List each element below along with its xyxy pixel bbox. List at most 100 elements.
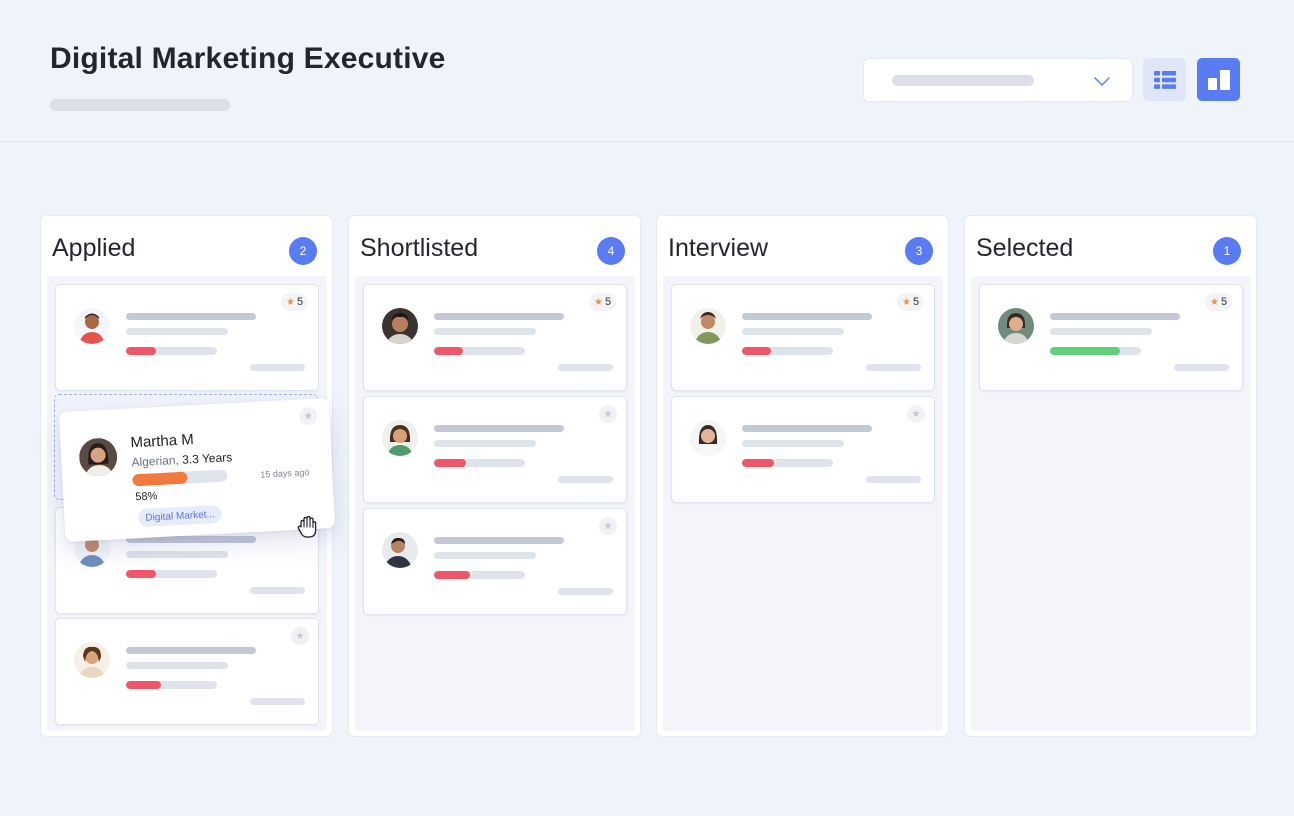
candidate-card[interactable]: ★ (671, 396, 935, 503)
info-placeholder (126, 328, 228, 335)
info-placeholder (434, 328, 536, 335)
progress-bar (434, 571, 525, 579)
candidate-card[interactable]: ★ 5 (671, 284, 935, 391)
column-interview: Interview 3 ★ 5 ★ (656, 215, 949, 737)
candidate-card[interactable]: ★ 5 (55, 284, 319, 391)
avatar (78, 437, 119, 478)
grab-hand-cursor-icon (297, 515, 317, 538)
candidate-card[interactable]: ★ 5 (979, 284, 1243, 391)
name-placeholder (126, 647, 256, 654)
column-title: Applied (52, 234, 136, 262)
time-placeholder (866, 364, 921, 371)
star-icon: ★ (295, 630, 305, 642)
match-progress-bar (132, 469, 228, 487)
info-placeholder (1050, 328, 1152, 335)
board-view-button[interactable] (1197, 58, 1240, 101)
time-placeholder (558, 476, 613, 483)
info-placeholder (434, 440, 536, 447)
column-count-badge: 2 (289, 237, 317, 265)
avatar (382, 308, 418, 344)
avatar (382, 420, 418, 456)
info-placeholder (126, 551, 228, 558)
column-selected: Selected 1 ★ 5 (964, 215, 1257, 737)
match-percentage: 58% (135, 490, 158, 504)
time-placeholder (250, 364, 305, 371)
favorite-star-button[interactable]: ★ (599, 517, 617, 535)
column-dropzone[interactable]: ★ 5 (971, 276, 1251, 731)
progress-bar (742, 347, 833, 355)
time-placeholder (250, 587, 305, 594)
candidate-card[interactable]: ★ 5 (363, 284, 627, 391)
candidate-card[interactable]: ★ (363, 396, 627, 503)
star-icon: ★ (1210, 296, 1219, 308)
column-count-badge: 1 (1213, 237, 1241, 265)
chevron-down-icon (1094, 77, 1110, 86)
name-placeholder (434, 537, 564, 544)
time-placeholder (1174, 364, 1229, 371)
filter-dropdown[interactable] (863, 58, 1133, 102)
progress-bar (126, 570, 217, 578)
column-shortlisted: Shortlisted 4 ★ 5 ★ ★ (348, 215, 641, 737)
progress-bar (126, 347, 217, 355)
favorite-star-button[interactable]: ★ (298, 406, 318, 426)
progress-bar (742, 459, 833, 467)
time-placeholder (250, 698, 305, 705)
avatar (74, 642, 110, 678)
info-placeholder (434, 552, 536, 559)
grid-view-button[interactable] (1143, 58, 1186, 101)
avatar (690, 308, 726, 344)
column-dropzone[interactable]: ★ 5 ★ (663, 276, 943, 731)
rating-badge: ★ 5 (1205, 293, 1233, 311)
time-placeholder (558, 364, 613, 371)
star-icon: ★ (286, 296, 295, 308)
progress-bar (434, 347, 525, 355)
star-icon: ★ (594, 296, 603, 308)
star-icon: ★ (303, 410, 314, 422)
column-title: Shortlisted (360, 234, 479, 262)
name-placeholder (434, 313, 564, 320)
avatar (74, 308, 110, 344)
name-placeholder (742, 313, 872, 320)
avatar (382, 532, 418, 568)
filter-value-placeholder (892, 75, 1034, 86)
progress-bar (434, 459, 525, 467)
time-placeholder (866, 476, 921, 483)
info-placeholder (126, 662, 228, 669)
star-icon: ★ (603, 520, 613, 532)
rating-badge: ★ 5 (897, 293, 925, 311)
grid-icon (1153, 70, 1176, 89)
applied-time: 15 days ago (260, 467, 310, 480)
favorite-star-button[interactable]: ★ (907, 405, 925, 423)
candidate-info: Algerian, 3.3 Years (131, 450, 232, 469)
subtitle-placeholder (50, 99, 230, 111)
column-count-badge: 4 (597, 237, 625, 265)
candidate-nationality: Algerian, (131, 452, 180, 470)
column-dropzone[interactable]: ★ 5 ★ ★ (355, 276, 635, 731)
kanban-icon (1207, 69, 1230, 90)
page-title: Digital Marketing Executive (50, 42, 446, 75)
star-icon: ★ (902, 296, 911, 308)
column-title: Interview (668, 234, 769, 262)
star-icon: ★ (603, 408, 613, 420)
progress-bar (126, 681, 217, 689)
progress-bar (1050, 347, 1141, 355)
star-icon: ★ (911, 408, 921, 420)
favorite-star-button[interactable]: ★ (291, 627, 309, 645)
column-count-badge: 3 (905, 237, 933, 265)
column-title: Selected (976, 234, 1074, 262)
rating-badge: ★ 5 (589, 293, 617, 311)
avatar (690, 420, 726, 456)
avatar (998, 308, 1034, 344)
rating-badge: ★ 5 (281, 293, 309, 311)
candidate-card[interactable]: ★ (363, 508, 627, 615)
name-placeholder (434, 425, 564, 432)
name-placeholder (126, 313, 256, 320)
info-placeholder (742, 328, 844, 335)
info-placeholder (742, 440, 844, 447)
favorite-star-button[interactable]: ★ (599, 405, 617, 423)
job-tag[interactable]: Digital Market... (137, 504, 223, 528)
time-placeholder (558, 588, 613, 595)
candidate-card[interactable]: ★ (55, 618, 319, 725)
candidate-experience: 3.3 Years (181, 450, 233, 467)
name-placeholder (742, 425, 872, 432)
